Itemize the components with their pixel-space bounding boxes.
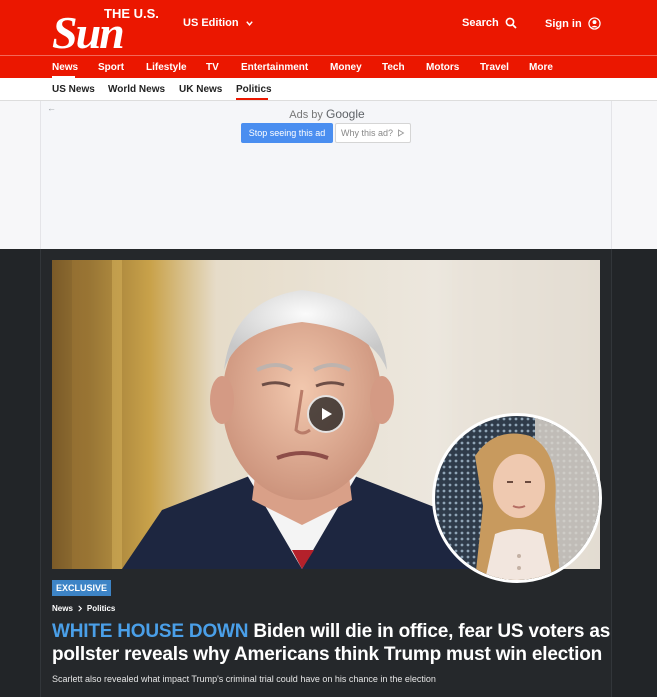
play-video-button[interactable]	[307, 395, 345, 433]
breadcrumb-politics[interactable]: Politics	[87, 604, 115, 613]
ad-frame: ← Ads by Google Stop seeing this ad Why …	[40, 101, 612, 249]
subnav-item-uk-news[interactable]: UK News	[179, 84, 222, 95]
nav-item-money[interactable]: Money	[330, 62, 362, 73]
search-label: Search	[462, 17, 499, 29]
subnav-active-indicator	[236, 98, 268, 100]
stop-seeing-ad-button[interactable]: Stop seeing this ad	[241, 123, 333, 143]
ads-by-google: Ads by Google	[41, 107, 613, 121]
section-subnav: US News World News UK News Politics	[0, 78, 657, 101]
edition-selector[interactable]: US Edition	[183, 17, 254, 29]
chevron-down-icon	[245, 20, 253, 26]
article-headline[interactable]: WHITE HOUSE DOWN Biden will die in offic…	[52, 620, 612, 666]
site-header: THE U.S. Sun US Edition Search Sign in	[0, 0, 657, 55]
ads-by-label: Ads by	[289, 109, 323, 121]
nav-item-sport[interactable]: Sport	[98, 62, 124, 73]
headline-kicker: WHITE HOUSE DOWN	[52, 621, 249, 642]
nav-item-tech[interactable]: Tech	[382, 62, 405, 73]
primary-nav: News Sport Lifestyle TV Entertainment Mo…	[0, 55, 657, 79]
why-this-ad-label: Why this ad?	[340, 128, 394, 138]
exclusive-badge[interactable]: EXCLUSIVE	[52, 580, 111, 596]
subnav-item-politics[interactable]: Politics	[236, 84, 272, 95]
nav-item-motors[interactable]: Motors	[426, 62, 459, 73]
play-triangle-icon	[398, 129, 405, 137]
chevron-right-icon	[78, 605, 83, 612]
subnav-item-world-news[interactable]: World News	[108, 84, 165, 95]
nav-item-more[interactable]: More	[529, 62, 553, 73]
sign-in-label: Sign in	[545, 17, 582, 30]
sun-logo[interactable]: THE U.S. Sun	[52, 6, 174, 50]
search-icon	[505, 17, 517, 29]
nav-item-news[interactable]: News	[52, 62, 78, 73]
search-button[interactable]: Search	[462, 17, 517, 29]
breadcrumb-news[interactable]: News	[52, 604, 73, 613]
google-label: Google	[326, 107, 365, 121]
logo-big-text: Sun	[52, 7, 123, 50]
play-icon	[322, 408, 332, 420]
inset-portrait	[432, 413, 602, 583]
inset-portrait-image	[435, 416, 599, 580]
edition-label: US Edition	[183, 17, 239, 29]
sign-in-button[interactable]: Sign in	[545, 17, 601, 30]
article-standfirst: Scarlett also revealed what impact Trump…	[52, 674, 436, 684]
nav-item-travel[interactable]: Travel	[480, 62, 509, 73]
user-icon	[587, 17, 601, 30]
ad-slot: ← Ads by Google Stop seeing this ad Why …	[0, 101, 657, 249]
subnav-item-us-news[interactable]: US News	[52, 84, 95, 95]
nav-item-entertainment[interactable]: Entertainment	[241, 62, 308, 73]
breadcrumb: News Politics	[52, 604, 115, 613]
nav-item-tv[interactable]: TV	[206, 62, 219, 73]
nav-item-lifestyle[interactable]: Lifestyle	[146, 62, 187, 73]
why-this-ad-button[interactable]: Why this ad?	[335, 123, 411, 143]
